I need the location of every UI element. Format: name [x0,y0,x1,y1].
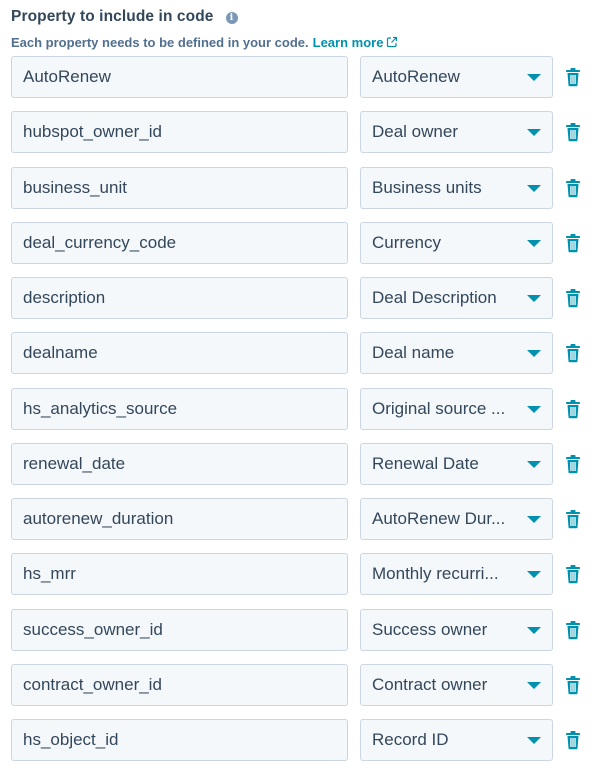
trash-icon[interactable] [565,343,581,363]
trash-icon[interactable] [565,288,581,308]
code-property-input[interactable]: hs_analytics_source [11,387,348,430]
section-subtitle: Each property needs to be defined in you… [11,34,309,50]
property-row: autorenew_duration AutoRenew Dur... [11,498,591,542]
code-property-input[interactable]: description [11,277,348,319]
property-rows: AutoRenew AutoRenew hubspot_owner_id Dea… [11,56,591,771]
caret-down-icon [527,460,541,468]
selected-property-value: Deal name [372,343,455,363]
trash-icon[interactable] [565,564,581,584]
code-property-input[interactable]: contract_owner_id [11,663,348,706]
info-icon[interactable]: i [225,11,238,24]
hubspot-property-select[interactable]: Contract owner [360,663,553,706]
learn-more-label: Learn more [312,34,384,50]
hubspot-property-select[interactable]: Deal owner [360,111,553,154]
selected-property-value: Original source ... [372,398,506,418]
code-property-input[interactable]: success_owner_id [11,608,348,651]
caret-down-icon [527,405,541,413]
hubspot-property-select[interactable]: Deal Description [360,277,553,319]
trash-icon[interactable] [565,122,581,142]
caret-down-icon [527,571,541,579]
trash-icon[interactable] [565,730,581,750]
hubspot-property-select[interactable]: AutoRenew Dur... [360,498,553,540]
hubspot-property-select[interactable]: Success owner [360,608,553,651]
code-property-input[interactable]: deal_currency_code [11,221,348,264]
caret-down-icon [527,626,541,634]
code-property-input[interactable]: hs_mrr [11,553,348,596]
selected-property-value: Record ID [372,730,449,749]
trash-icon[interactable] [565,675,581,695]
hubspot-property-select[interactable]: Business units [360,166,553,209]
property-row: hs_mrr Monthly recurri... [11,553,591,597]
hubspot-property-select[interactable]: AutoRenew [360,56,553,98]
code-property-input[interactable]: hubspot_owner_id [11,111,348,154]
caret-down-icon [527,737,541,744]
selected-property-value: Success owner [372,619,488,639]
selected-property-value: Deal Description [372,288,497,307]
property-row: dealname Deal name [11,332,591,376]
selected-property-value: Monthly recurri... [372,564,499,584]
code-property-input[interactable]: business_unit [11,166,348,209]
learn-more-link[interactable]: Learn more [313,35,399,50]
subtitle-row: Each property needs to be defined in you… [11,33,591,51]
code-property-input[interactable]: hs_object_id [11,719,348,761]
section-title: Property to include in code [11,8,214,25]
caret-down-icon [527,239,541,247]
caret-down-icon [527,681,541,689]
property-row: hs_analytics_source Original source ... [11,387,591,432]
property-row: renewal_date Renewal Date [11,442,591,487]
property-row: hubspot_owner_id Deal owner [11,111,591,155]
hubspot-property-select[interactable]: Renewal Date [360,442,553,485]
code-property-input[interactable]: dealname [11,332,348,375]
property-row: deal_currency_code Currency [11,221,591,266]
selected-property-value: Currency [372,232,441,252]
hubspot-property-select[interactable]: Original source ... [360,387,553,430]
property-row: contract_owner_id Contract owner [11,663,591,708]
trash-icon[interactable] [565,509,581,529]
selected-property-value: Deal owner [372,122,458,142]
trash-icon[interactable] [565,454,581,474]
caret-down-icon [527,129,541,137]
selected-property-value: AutoRenew [372,67,460,86]
trash-icon[interactable] [565,67,581,87]
caret-down-icon [527,295,541,302]
external-link-icon [387,36,398,48]
property-row: success_owner_id Success owner [11,608,591,653]
property-row: description Deal Description [11,277,591,321]
hubspot-property-select[interactable]: Record ID [360,719,553,761]
hubspot-property-select[interactable]: Deal name [360,332,553,375]
selected-property-value: Business units [372,177,482,197]
property-section-header: Property to include in code i Each prope… [11,6,591,51]
code-property-input[interactable]: autorenew_duration [11,498,348,540]
property-row: business_unit Business units [11,166,591,211]
selected-property-value: Contract owner [372,674,488,694]
hubspot-property-select[interactable]: Monthly recurri... [360,553,553,596]
property-row: hs_object_id Record ID [11,719,591,763]
property-row: AutoRenew AutoRenew [11,56,591,100]
trash-icon[interactable] [565,233,581,253]
caret-down-icon [527,350,541,358]
title-row: Property to include in code i [11,6,591,28]
trash-icon[interactable] [565,399,581,419]
caret-down-icon [527,74,541,81]
code-property-input[interactable]: renewal_date [11,442,348,485]
caret-down-icon [527,516,541,523]
trash-icon[interactable] [565,178,581,198]
caret-down-icon [527,184,541,192]
selected-property-value: AutoRenew Dur... [372,509,506,528]
trash-icon[interactable] [565,620,581,640]
code-property-input[interactable]: AutoRenew [11,56,348,98]
selected-property-value: Renewal Date [372,453,479,473]
hubspot-property-select[interactable]: Currency [360,221,553,264]
